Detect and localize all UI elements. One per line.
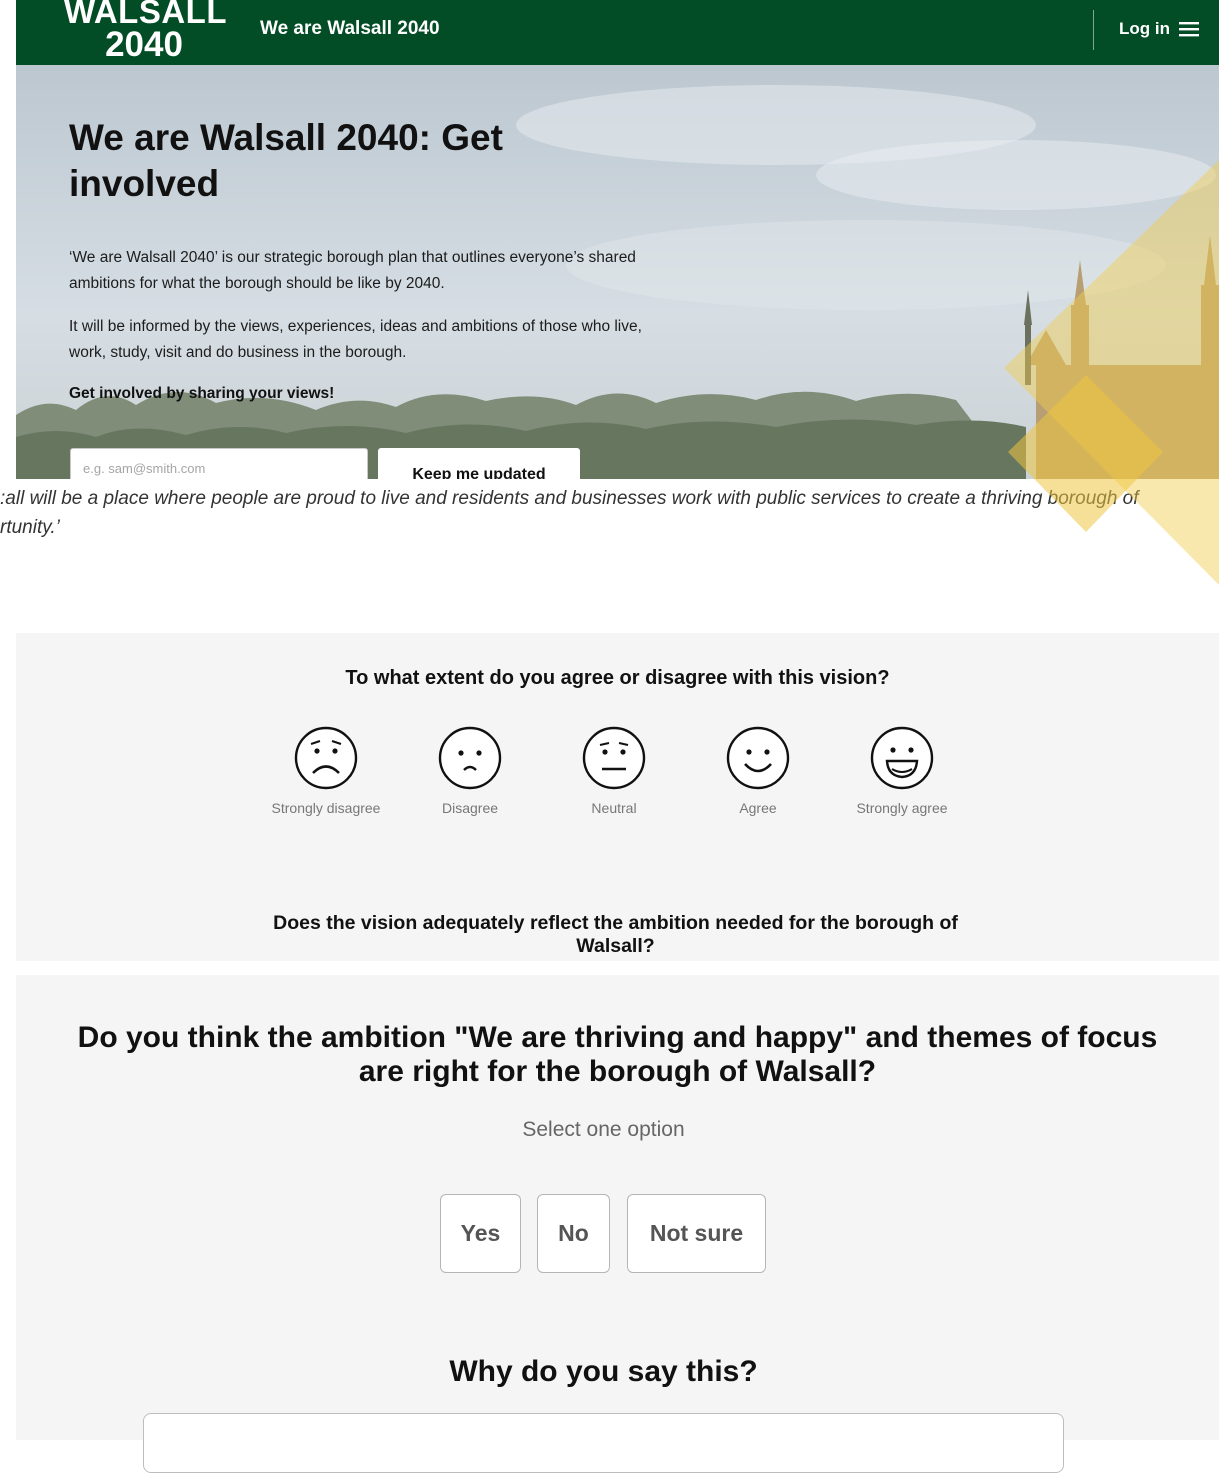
intro-paragraph: ‘We are Walsall 2040’ is our strategic b… — [69, 249, 636, 292]
rating-label: Disagree — [441, 800, 499, 816]
rating-option-neutral[interactable]: Neutral — [542, 726, 686, 816]
rating-label: Neutral — [591, 800, 637, 816]
smile-face-icon — [726, 726, 790, 790]
menu-icon[interactable] — [1179, 22, 1199, 37]
rating-label: Strongly disagree — [271, 800, 381, 816]
logo-text-bottom: 2040 — [105, 25, 183, 64]
neutral-face-icon — [582, 726, 646, 790]
rating-label: Strongly agree — [856, 800, 948, 816]
login-link[interactable]: Log in — [1119, 19, 1170, 39]
intro-paragraph: It will be informed by the views, experi… — [69, 318, 642, 361]
rating-label: Agree — [739, 800, 777, 816]
email-field[interactable] — [70, 448, 368, 479]
big-smile-face-icon — [870, 726, 934, 790]
vision-question-panel: To what extent do you agree or disagree … — [16, 633, 1219, 961]
page-title: We are Walsall 2040: Get involved — [69, 117, 503, 204]
walsall-2040-logo[interactable]: WALSALL 2040 — [64, 0, 226, 64]
keep-me-updated-button[interactable]: Keep me updated — [378, 448, 580, 479]
hero-banner: We are Walsall 2040: Get involved ‘We ar… — [16, 65, 1219, 479]
site-header: WALSALL 2040 We are Walsall 2040 Log in — [16, 0, 1219, 65]
rating-option-strongly-agree[interactable]: Strongly agree — [830, 726, 974, 816]
why-answer-field[interactable] — [143, 1413, 1064, 1473]
rating-option-agree[interactable]: Agree — [686, 726, 830, 816]
vision-statement-quote: :all will be a place where people are pr… — [0, 488, 1139, 538]
site-title-link[interactable]: We are Walsall 2040 — [260, 18, 440, 40]
rating-option-disagree[interactable]: Disagree — [398, 726, 542, 816]
option-not-sure-button[interactable]: Not sure — [627, 1194, 766, 1273]
option-yes-button[interactable]: Yes — [440, 1194, 521, 1273]
very-sad-face-icon — [294, 726, 358, 790]
question-title: Do you think the ambition "We are thrivi… — [77, 1021, 1158, 1088]
sad-face-icon — [438, 726, 502, 790]
rating-option-strongly-disagree[interactable]: Strongly disagree — [254, 726, 398, 816]
question-hint: Select one option — [522, 1118, 685, 1141]
question-title: Does the vision adequately reflect the a… — [273, 912, 958, 957]
ambition-question-panel: Do you think the ambition "We are thrivi… — [16, 975, 1219, 1473]
rating-scale: Strongly disagree Disagree Neutral Agree… — [254, 726, 974, 826]
call-to-action-text: Get involved by sharing your views! — [69, 385, 335, 402]
question-title: To what extent do you agree or disagree … — [345, 667, 890, 689]
option-no-button[interactable]: No — [537, 1194, 610, 1273]
header-divider — [1093, 10, 1094, 50]
follow-up-question: Why do you say this? — [449, 1355, 758, 1388]
